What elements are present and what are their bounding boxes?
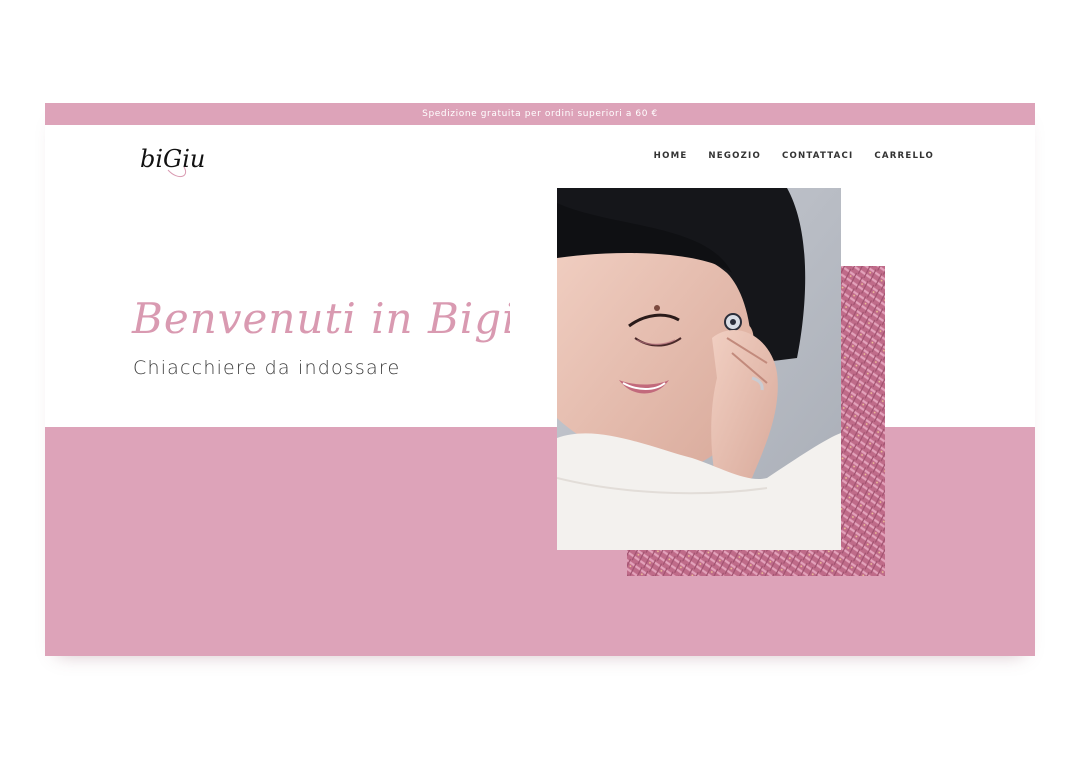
hero-subtitle: Chiacchiere da indossare: [133, 357, 401, 379]
page-canvas: Spedizione gratuita per ordini superiori…: [0, 0, 1080, 760]
hero-title: Benvenuti in Bigiu: [131, 294, 510, 343]
logo-text: biGiu: [140, 145, 205, 173]
hero-model-photo: [557, 188, 841, 550]
announcement-bar: Spedizione gratuita per ordini superiori…: [45, 103, 1035, 125]
hero-title-text: Benvenuti in Bigiu: [131, 294, 510, 343]
nav-item-carrello[interactable]: CARRELLO: [874, 151, 934, 161]
announcement-text: Spedizione gratuita per ordini superiori…: [422, 109, 658, 119]
main-nav: HOME NEGOZIO CONTATTACI CARRELLO: [654, 151, 934, 161]
site-header: biGiu HOME NEGOZIO CONTATTACI CARRELLO: [45, 125, 1035, 195]
website-screenshot: Spedizione gratuita per ordini superiori…: [45, 103, 1035, 656]
nav-item-home[interactable]: HOME: [654, 151, 688, 161]
nav-item-contattaci[interactable]: CONTATTACI: [782, 151, 853, 161]
hero-pink-band: [45, 427, 1035, 656]
nav-item-negozio[interactable]: NEGOZIO: [708, 151, 761, 161]
brand-logo[interactable]: biGiu: [138, 137, 218, 181]
